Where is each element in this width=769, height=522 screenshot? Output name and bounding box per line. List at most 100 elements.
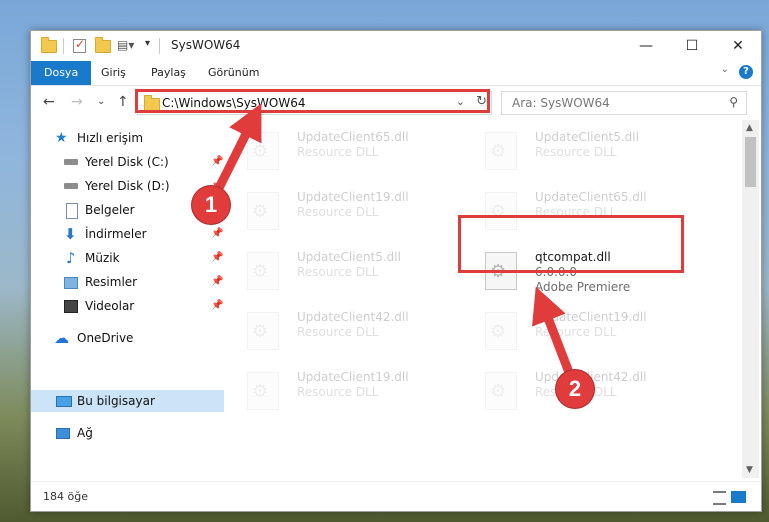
search-placeholder[interactable]: Ara: SysWOW64 [512, 96, 610, 110]
file-type: Resource DLL [297, 265, 379, 279]
help-icon[interactable]: ? [739, 65, 753, 79]
details-view-icon[interactable] [713, 491, 726, 505]
sidebar-item-label: Yerel Disk (C:) [85, 155, 169, 169]
pin-icon[interactable]: 📌 [211, 247, 223, 269]
sidebar-item-local-disk-c[interactable]: Yerel Disk (C:) 📌 [31, 151, 226, 173]
pin-icon[interactable]: 📌 [211, 223, 223, 245]
sidebar-item-quick-access[interactable]: ★ Hızlı erişim [31, 127, 226, 149]
dll-file-icon [485, 372, 517, 410]
tab-paylas[interactable]: Paylaş [151, 61, 186, 85]
tab-giris[interactable]: Giriş [101, 61, 126, 85]
sidebar-item-onedrive[interactable]: ☁ OneDrive [31, 327, 226, 349]
quick-access-chevron-icon[interactable]: ▾ [145, 38, 150, 49]
star-icon: ★ [55, 130, 68, 146]
sidebar-item-videos[interactable]: Videolar 📌 [31, 295, 226, 317]
callout-1: 1 [192, 186, 230, 224]
downloads-icon: ⬇ [64, 225, 77, 243]
new-folder-icon[interactable] [95, 37, 111, 53]
computer-icon [56, 396, 72, 407]
up-button[interactable]: ↑ [117, 94, 129, 110]
expand-ribbon-icon[interactable]: ⌄ [721, 64, 729, 75]
scroll-thumb[interactable] [745, 137, 756, 187]
dll-file-icon [247, 132, 279, 170]
file-name: UpdateClient19.dll [535, 310, 647, 324]
file-item[interactable]: UpdateClient5.dll Resource DLL [465, 120, 695, 174]
pin-icon[interactable]: 📌 [211, 271, 223, 293]
file-type: Resource DLL [297, 145, 379, 159]
file-item[interactable]: UpdateClient42.dll Resource DLL [227, 300, 457, 354]
network-icon [56, 428, 70, 439]
file-name: UpdateClient19.dll [297, 190, 409, 204]
file-item[interactable]: UpdateClient19.dll Resource DLL [465, 300, 695, 354]
pin-icon[interactable]: 📌 [211, 295, 223, 317]
file-item[interactable]: UpdateClient19.dll Resource DLL [227, 360, 457, 414]
videos-icon [64, 300, 78, 313]
scroll-down-icon[interactable]: ▼ [746, 465, 753, 475]
properties-icon[interactable] [73, 37, 86, 53]
tab-dosya[interactable]: Dosya [31, 61, 92, 85]
dll-file-icon [247, 252, 279, 290]
search-icon[interactable]: ⚲ [729, 95, 738, 109]
callout-2: 2 [556, 370, 594, 408]
file-name: UpdateClient42.dll [297, 310, 409, 324]
file-item[interactable]: UpdateClient65.dll Resource DLL [227, 120, 457, 174]
maximize-button[interactable]: ☐ [669, 31, 715, 61]
sidebar-item-music[interactable]: ♪ Müzik 📌 [31, 247, 226, 269]
sidebar-item-label: Bu bilgisayar [77, 394, 155, 408]
ribbon-tabs: Dosya Giriş Paylaş Görünüm ⌄ ? [31, 61, 761, 86]
forward-button[interactable]: → [71, 94, 83, 110]
sidebar-item-label: Müzik [85, 251, 120, 265]
documents-icon [66, 203, 78, 219]
sidebar-item-label: Ağ [77, 426, 93, 440]
file-type: Resource DLL [297, 385, 379, 399]
address-highlight-box [135, 89, 490, 113]
title-bar: ▤▾ ▾ SysWOW64 — ☐ ✕ [31, 31, 761, 61]
sidebar-item-label: Belgeler [85, 203, 135, 217]
sidebar-item-downloads[interactable]: ⬇ İndirmeler 📌 [31, 223, 226, 245]
file-name: UpdateClient5.dll [297, 250, 401, 264]
sidebar-item-pictures[interactable]: Resimler 📌 [31, 271, 226, 293]
dll-file-icon [247, 192, 279, 230]
tab-gorunum[interactable]: Görünüm [208, 61, 259, 85]
music-icon: ♪ [66, 249, 76, 267]
item-count: 184 öğe [43, 490, 88, 503]
file-company: Adobe Premiere [535, 280, 631, 294]
recent-locations-button[interactable]: ⌄ [97, 96, 105, 107]
dll-file-icon [247, 372, 279, 410]
search-box[interactable]: Ara: SysWOW64 ⚲ [501, 91, 747, 115]
separator [63, 38, 64, 54]
folder-icon [41, 37, 57, 53]
dll-file-icon [485, 132, 517, 170]
pin-icon[interactable]: 📌 [211, 151, 223, 173]
status-bar: 184 öğe [31, 481, 761, 511]
sidebar-item-label: OneDrive [77, 331, 134, 345]
sidebar-item-label: İndirmeler [85, 227, 147, 241]
sidebar-item-this-pc[interactable]: Bu bilgisayar [31, 390, 224, 412]
file-type: Resource DLL [535, 145, 617, 159]
file-type: Resource DLL [297, 205, 379, 219]
navigation-bar: ← → ⌄ ↑ C:\Windows\SysWOW64 ⌄ ↻ Ara: Sys… [31, 86, 761, 120]
dll-file-icon [247, 312, 279, 350]
separator [159, 38, 160, 54]
file-type: Resource DLL [535, 325, 617, 339]
customize-toolbar-icon[interactable]: ▤▾ [117, 38, 134, 52]
file-highlight-box [458, 215, 684, 273]
window-title: SysWOW64 [171, 38, 241, 52]
sidebar-item-label: Videolar [85, 299, 135, 313]
scroll-up-icon[interactable]: ▲ [746, 123, 753, 133]
file-list: UpdateClient65.dll Resource DLL UpdateCl… [227, 120, 742, 478]
sidebar-item-network[interactable]: Ağ [31, 422, 226, 444]
sidebar-item-label: Resimler [85, 275, 138, 289]
large-icons-view-icon[interactable] [731, 491, 746, 503]
drive-icon [64, 159, 78, 165]
close-button[interactable]: ✕ [715, 31, 761, 61]
file-item[interactable]: UpdateClient5.dll Resource DLL [227, 240, 457, 294]
back-button[interactable]: ← [43, 94, 55, 110]
file-type: Resource DLL [297, 325, 379, 339]
navigation-pane: ★ Hızlı erişim Yerel Disk (C:) 📌 Yerel D… [31, 120, 226, 478]
file-name: UpdateClient65.dll [535, 190, 647, 204]
minimize-button[interactable]: — [623, 31, 669, 61]
file-item[interactable]: UpdateClient19.dll Resource DLL [227, 180, 457, 234]
vertical-scrollbar[interactable]: ▲ ▼ [742, 120, 759, 478]
dll-file-icon [485, 312, 517, 350]
